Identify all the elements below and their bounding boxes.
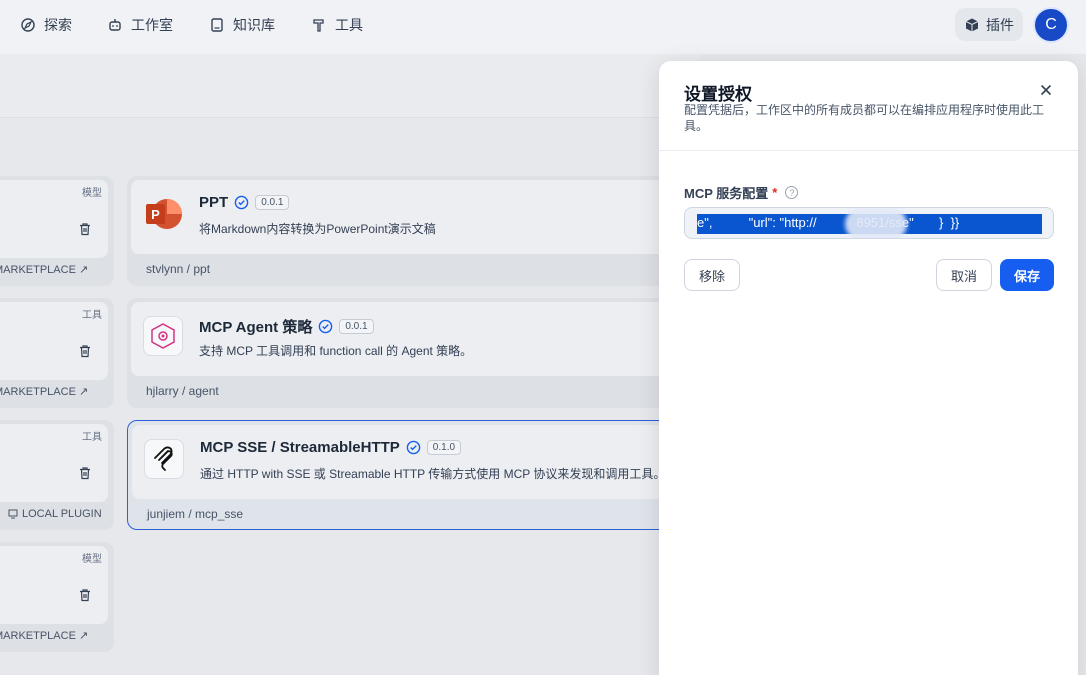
plugin-name: PPT xyxy=(199,194,229,211)
plugin-card-mcp-sse[interactable]: MCP SSE / StreamableHTTP 0.1.0 通过 HTTP w… xyxy=(127,420,692,530)
category-tag: 模型 xyxy=(82,188,102,199)
nav-tools[interactable]: 工具 xyxy=(311,15,363,35)
agent-strategy-icon xyxy=(143,316,183,356)
plugin-title-row: MCP SSE / StreamableHTTP 0.1.0 xyxy=(200,439,462,456)
trash-icon[interactable] xyxy=(78,588,92,602)
nav-knowledge-label: 知识库 xyxy=(233,17,275,33)
auth-settings-dialog: 设置授权 配置凭据后，工作区中的所有成员都可以在编排应用程序时使用此工具。 MC… xyxy=(659,61,1078,675)
category-tag: 工具 xyxy=(82,310,102,321)
left-plugin-card[interactable]: 模型 MARKETPLACE ↗ xyxy=(0,542,114,652)
cube-icon xyxy=(965,18,979,31)
svg-text:P: P xyxy=(151,207,160,222)
mcp-config-value: e", "url": "http:// 8951/sse" } }} xyxy=(697,215,960,230)
mcp-config-label: MCP 服务配置 * ? xyxy=(684,183,799,202)
nav-knowledge[interactable]: 知识库 xyxy=(209,15,275,35)
left-plugin-card[interactable]: 工具 MARKETPLACE ↗ xyxy=(0,298,114,408)
nav-studio-label: 工作室 xyxy=(131,17,173,33)
trash-icon[interactable] xyxy=(78,466,92,480)
source-label: LOCAL PLUGIN xyxy=(8,508,102,520)
verified-icon xyxy=(319,319,333,334)
book-icon xyxy=(211,18,223,32)
help-icon[interactable]: ? xyxy=(785,186,799,199)
close-icon[interactable] xyxy=(1039,83,1053,97)
left-plugin-card[interactable]: 工具 LOCAL PLUGIN xyxy=(0,420,114,530)
plugin-author: hjlarry / agent xyxy=(146,384,219,398)
save-button[interactable]: 保存 xyxy=(1000,259,1054,291)
version-badge: 0.0.1 xyxy=(339,319,374,334)
nav-explore-label: 探索 xyxy=(44,17,72,33)
trash-icon[interactable] xyxy=(78,222,92,236)
plugin-description: 将Markdown内容转换为PowerPoint演示文稿 xyxy=(199,222,436,236)
plugin-description: 支持 MCP 工具调用和 function call 的 Agent 策略。 xyxy=(199,344,473,358)
nav-tools-label: 工具 xyxy=(335,17,363,33)
source-label[interactable]: MARKETPLACE ↗ xyxy=(0,263,88,276)
plugin-card-body xyxy=(132,425,692,499)
source-label[interactable]: MARKETPLACE ↗ xyxy=(0,385,88,398)
content-header xyxy=(0,54,700,118)
verified-icon xyxy=(406,440,421,455)
top-navigation-bar: 探索 工作室 知识库 工具 插件 C xyxy=(0,0,1086,54)
field-label-text: MCP 服务配置 xyxy=(684,186,769,201)
cancel-button[interactable]: 取消 xyxy=(936,259,992,291)
plugin-card-ppt[interactable]: P PPT 0.0.1 将Markdown内容转换为PowerPoint演示文稿… xyxy=(127,176,691,286)
plugin-name: MCP SSE / StreamableHTTP xyxy=(200,439,400,456)
divider xyxy=(659,150,1078,151)
plugin-author: stvlynn / ppt xyxy=(146,262,211,276)
version-badge: 0.0.1 xyxy=(255,195,290,210)
source-label[interactable]: MARKETPLACE ↗ xyxy=(0,629,88,642)
redaction-blur xyxy=(845,208,907,238)
trash-icon[interactable] xyxy=(78,344,92,358)
remove-button[interactable]: 移除 xyxy=(684,259,740,291)
plugin-name: MCP Agent 策略 xyxy=(199,319,313,336)
plugins-label: 插件 xyxy=(986,16,1014,33)
avatar[interactable]: C xyxy=(1033,7,1069,43)
plugin-title-row: PPT 0.0.1 xyxy=(199,194,290,211)
monitor-icon xyxy=(8,509,18,519)
plugin-title-row: MCP Agent 策略 0.0.1 xyxy=(199,316,374,337)
plugin-description: 通过 HTTP with SSE 或 Streamable HTTP 传输方式使… xyxy=(200,467,666,481)
category-tag: 模型 xyxy=(82,554,102,565)
plugin-card-body xyxy=(131,180,691,254)
plugin-card-body xyxy=(131,302,691,376)
hammer-icon xyxy=(313,19,324,32)
verified-icon xyxy=(234,195,249,210)
local-plugin-label: LOCAL PLUGIN xyxy=(22,508,102,520)
powerpoint-icon: P xyxy=(143,194,183,234)
plugin-card-mcp-agent[interactable]: MCP Agent 策略 0.0.1 支持 MCP 工具调用和 function… xyxy=(127,298,691,408)
dialog-subtitle: 配置凭据后，工作区中的所有成员都可以在编排应用程序时使用此工具。 xyxy=(684,103,1045,133)
required-mark: * xyxy=(772,185,778,200)
nav-explore[interactable]: 探索 xyxy=(20,15,72,35)
nav-studio[interactable]: 工作室 xyxy=(107,15,173,35)
robot-icon xyxy=(109,19,121,31)
plugins-button[interactable]: 插件 xyxy=(955,8,1023,41)
version-badge: 0.1.0 xyxy=(426,440,462,455)
plugin-author: junjiem / mcp_sse xyxy=(147,507,244,521)
category-tag: 工具 xyxy=(82,432,102,443)
compass-icon xyxy=(21,18,35,32)
mcp-icon xyxy=(144,439,184,479)
left-plugin-card[interactable]: 模型 MARKETPLACE ↗ xyxy=(0,176,114,286)
mcp-config-input[interactable]: e", "url": "http:// 8951/sse" } }} xyxy=(684,207,1054,239)
